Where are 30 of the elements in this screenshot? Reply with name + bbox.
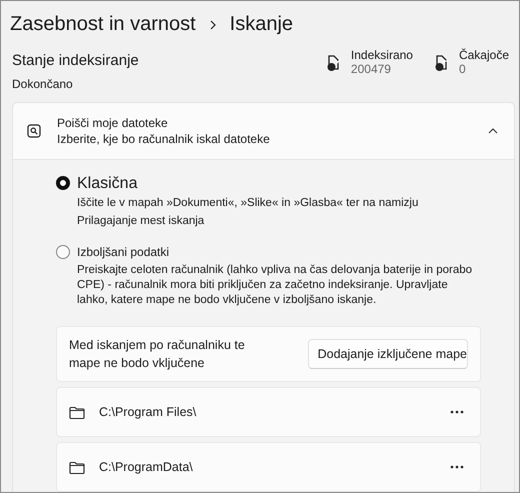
stat-value: 0 (458, 62, 467, 76)
file-check-icon (324, 54, 341, 72)
stat-label: Indeksirano (350, 48, 413, 62)
stat-value: 200479 (350, 62, 392, 76)
option-label: Klasična (77, 174, 138, 194)
chevron-up-icon[interactable] (488, 128, 498, 134)
search-icon (27, 124, 41, 138)
status-title: Stanje indeksiranje (12, 52, 139, 70)
folder-path: C:\ProgramData\ (99, 460, 194, 474)
more-icon[interactable] (450, 410, 464, 414)
status-value: Dokončano (12, 77, 74, 92)
section-subtitle: Izberite, kje bo računalnik iskal datoteke (57, 131, 271, 147)
chevron-right-icon (210, 20, 216, 30)
section-title: Poišči moje datoteke (57, 115, 169, 131)
stat-label: Čakajoče (458, 48, 509, 62)
folder-icon (69, 406, 85, 418)
option-description: Preiskajte celoten računalnik (lahko vpliva na čas delovanja baterije in porabo CPE) - računalnik mora biti priključen za začetno indeksiranje. Upravljate lahko, katere mape ne bodo vključene v izboljšano iskanje. (77, 263, 474, 308)
breadcrumb-item: Iskanje (230, 13, 294, 36)
folder-path: C:\Program Files\ (99, 405, 198, 419)
radio-button[interactable] (56, 245, 70, 259)
excluded-folders-text: Med iskanjem po računalniku te mape ne bodo vključene (69, 337, 246, 372)
radio-button[interactable] (56, 176, 70, 190)
customize-link[interactable]: Prilagajanje mest iskanja (77, 214, 418, 229)
folder-icon (69, 460, 85, 474)
add-excluded-folder-button[interactable]: Dodajanje izključene mape (308, 339, 468, 369)
more-icon[interactable] (450, 465, 464, 469)
option-description: Iščite le v mapah »Dokumenti«, »Slike« in »Glasba« ter na namizju (77, 196, 418, 211)
option-label: Izboljšani podatki (77, 244, 170, 261)
file-clock-icon (432, 54, 449, 72)
breadcrumb-item[interactable]: Zasebnost in varnost (10, 13, 196, 36)
